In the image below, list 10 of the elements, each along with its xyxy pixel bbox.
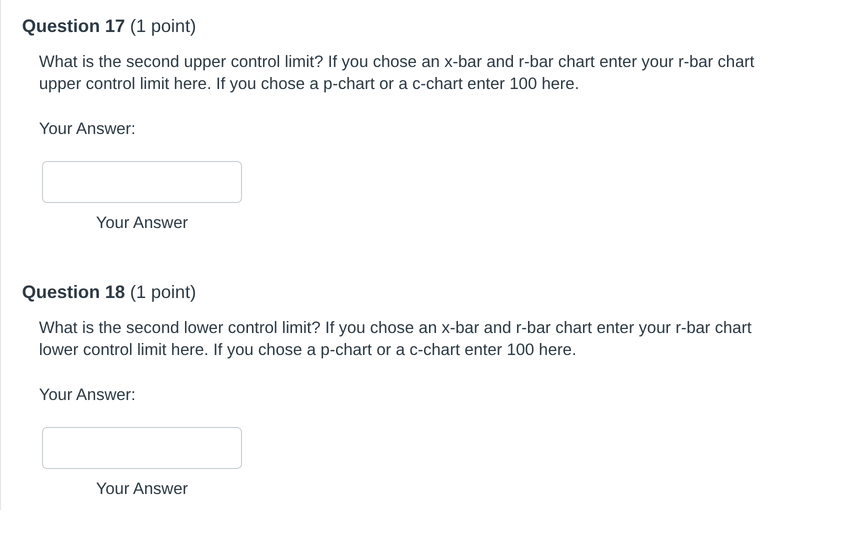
- field-label: Your Answer: [96, 214, 188, 232]
- question-heading: Question 18 (1 point): [22, 281, 198, 304]
- field-label: Your Answer: [96, 480, 188, 498]
- question-heading: Question 17 (1 point): [22, 15, 198, 38]
- answer-label: Your Answer:: [39, 385, 137, 406]
- question-prompt: What is the second lower control limit? If you chose an x-bar and r-bar chart enter your r-bar chart lower control limit here. If you chose a p-chart or a c-chart enter 100 here.: [39, 318, 753, 361]
- answer-field[interactable]: [42, 161, 242, 203]
- question-prompt: What is the second upper control limit? If you chose an x-bar and r-bar chart enter your r-bar chart upper control limit here. If you chose a p-chart or a c-chart enter 100 here.: [39, 52, 756, 95]
- answer-field[interactable]: [42, 427, 242, 469]
- answer-label: Your Answer:: [39, 119, 137, 140]
